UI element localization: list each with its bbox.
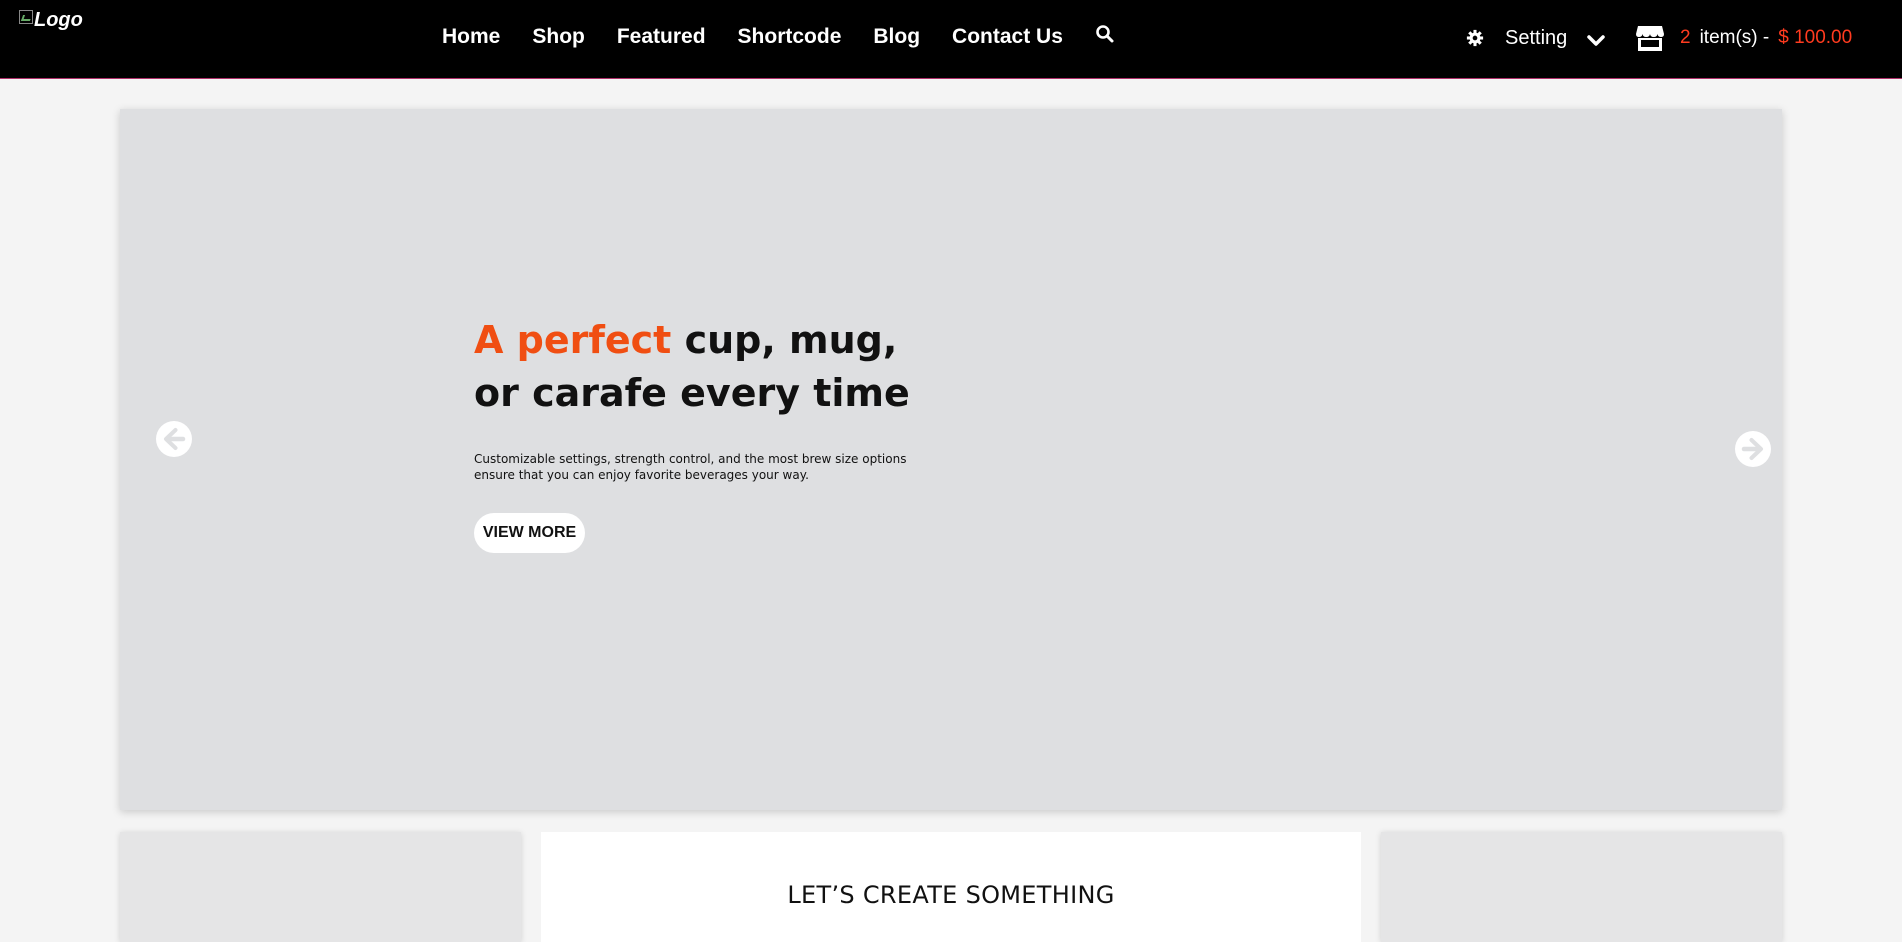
nav-shop[interactable]: Shop [532, 25, 585, 49]
section-heading: LET’S CREATE SOMETHING [787, 881, 1115, 909]
broken-image-icon [19, 10, 33, 24]
cart-total: $ 100.00 [1778, 27, 1853, 48]
logo-alt-text: Logo [34, 9, 83, 31]
setting-dropdown[interactable]: Setting [1466, 23, 1606, 53]
nav-contact-us[interactable]: Contact Us [952, 25, 1063, 49]
hero-title-accent: A perfect [474, 318, 672, 362]
chevron-down-icon [1586, 31, 1606, 46]
site-header: Logo Home Shop Featured Shortcode Blog C… [0, 0, 1902, 79]
promo-card-right [1381, 832, 1782, 942]
site-logo[interactable]: Logo [19, 9, 83, 32]
nav-blog[interactable]: Blog [873, 25, 920, 49]
nav-home[interactable]: Home [442, 25, 500, 49]
hero-title: A perfect cup, mug, or carafe every time [474, 314, 954, 420]
store-icon [1635, 24, 1665, 52]
search-icon[interactable] [1095, 24, 1115, 44]
promo-card-left [120, 832, 521, 942]
nav-featured[interactable]: Featured [617, 25, 706, 49]
cart-count: 2 [1680, 27, 1691, 48]
view-more-button[interactable]: VIEW MORE [474, 513, 585, 553]
cart-items-label: item(s) - [1699, 27, 1770, 48]
main-nav: Home Shop Featured Shortcode Blog Contac… [442, 22, 1115, 52]
hero-description: Customizable settings, strength control,… [474, 452, 907, 482]
nav-shortcode[interactable]: Shortcode [738, 25, 842, 49]
gear-icon [1466, 29, 1484, 47]
cart-summary[interactable]: 2 item(s) - $ 100.00 [1635, 22, 1852, 54]
setting-label: Setting [1505, 26, 1568, 49]
arrow-left-icon[interactable] [155, 420, 193, 458]
hero-slider: A perfect cup, mug, or carafe every time… [120, 109, 1782, 810]
arrow-right-icon[interactable] [1734, 430, 1772, 468]
create-section: LET’S CREATE SOMETHING [541, 832, 1361, 942]
